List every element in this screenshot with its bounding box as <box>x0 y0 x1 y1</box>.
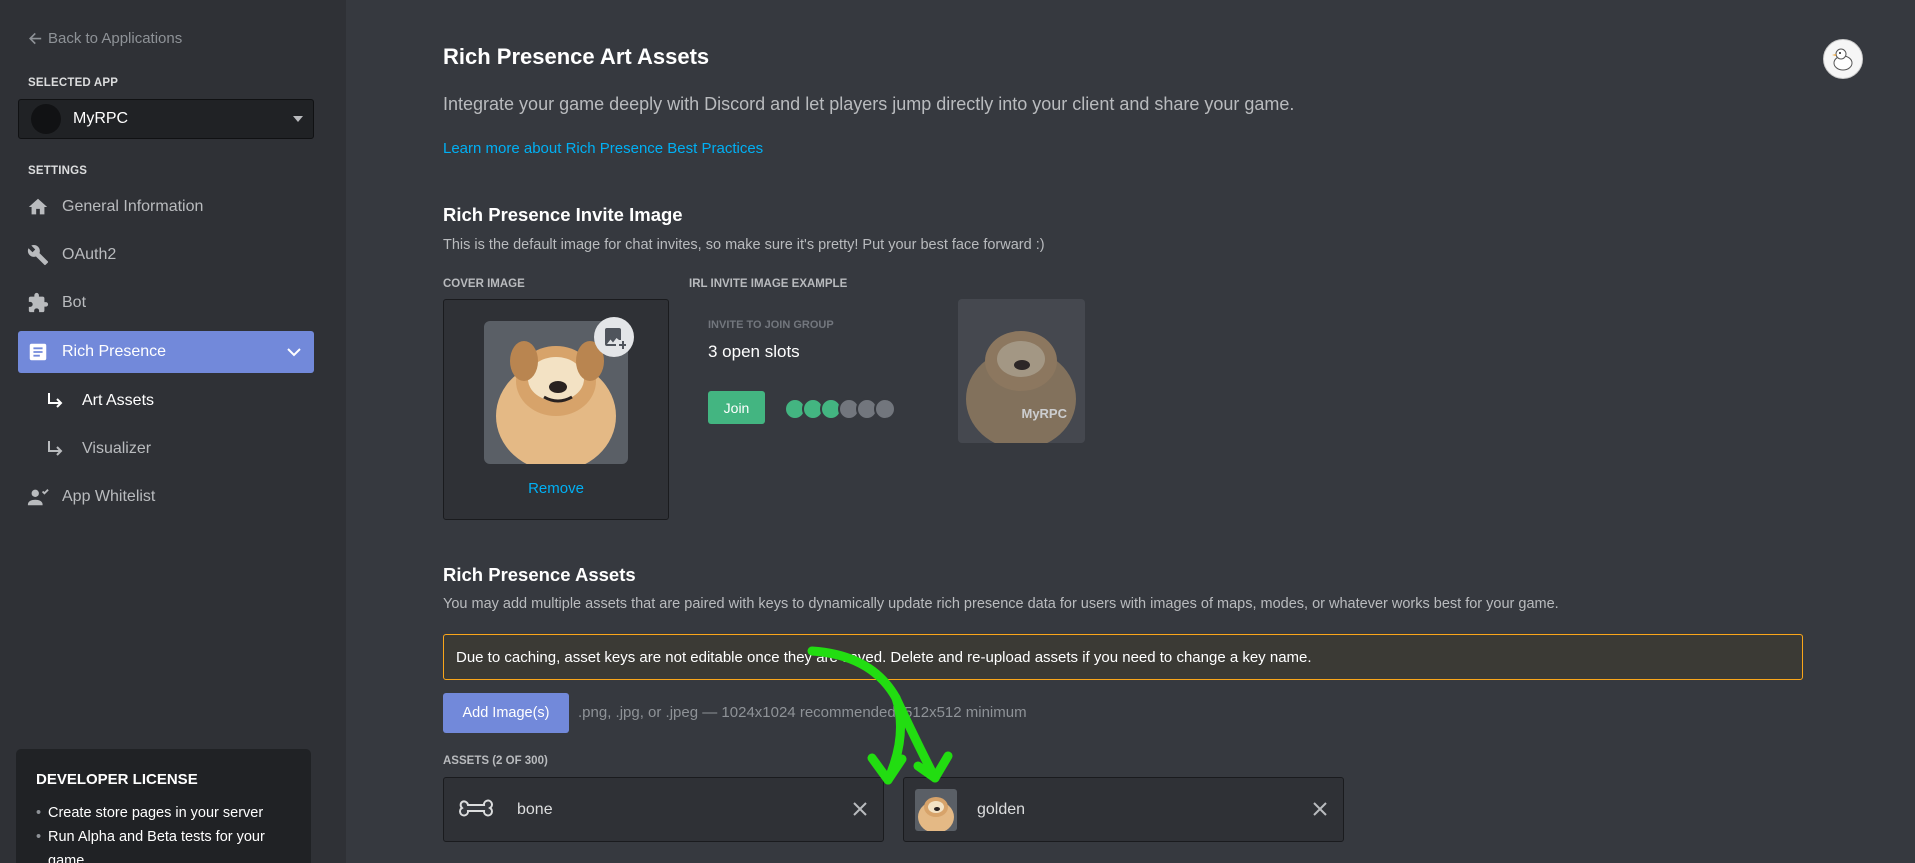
home-icon <box>27 196 49 218</box>
app-avatar <box>31 104 61 134</box>
invite-example-label: IRL INVITE IMAGE EXAMPLE <box>689 278 848 290</box>
assets-count-label: ASSETS (2 OF 300) <box>443 755 548 767</box>
assets-section-title: Rich Presence Assets <box>443 564 636 585</box>
license-item: Create store pages in your server <box>36 801 291 825</box>
nav-label: App Whitelist <box>62 488 156 505</box>
invite-image-preview: MyRPC <box>958 299 1085 443</box>
join-button[interactable]: Join <box>708 391 765 424</box>
caret-down-icon <box>293 116 303 122</box>
invite-example-card: INVITE TO JOIN GROUP 3 open slots Join M… <box>708 299 1108 449</box>
nav-general-information[interactable]: General Information <box>18 186 314 228</box>
caching-warning: Due to caching, asset keys are not edita… <box>443 634 1803 680</box>
page-title: Rich Presence Art Assets <box>443 44 710 69</box>
nav-label: OAuth2 <box>62 246 117 263</box>
asset-card-bone: bone <box>443 777 884 842</box>
nav-rich-presence[interactable]: Rich Presence <box>18 331 314 373</box>
add-image-hint: .png, .jpg, or .jpeg — 1024x1024 recomme… <box>578 704 1027 721</box>
sidebar: Back to Applications SELECTED APP MyRPC … <box>0 0 346 863</box>
invite-app-name: MyRPC <box>1021 406 1067 421</box>
document-icon <box>27 341 49 363</box>
learn-more-link[interactable]: Learn more about Rich Presence Best Prac… <box>443 140 763 157</box>
nav-bot[interactable]: Bot <box>18 282 314 324</box>
subitem-arrow-icon <box>48 441 63 456</box>
nav-art-assets[interactable]: Art Assets <box>46 386 154 416</box>
app-selector[interactable]: MyRPC <box>18 99 314 139</box>
license-list: Create store pages in your server Run Al… <box>36 801 291 863</box>
nav-label: General Information <box>62 198 204 215</box>
nav-oauth2[interactable]: OAuth2 <box>18 234 314 276</box>
invite-section-title: Rich Presence Invite Image <box>443 204 683 225</box>
nav-label: Rich Presence <box>62 343 167 360</box>
assets-section-desc: You may add multiple assets that are pai… <box>443 596 1559 612</box>
nav-label: Art Assets <box>82 392 155 409</box>
delete-asset-icon[interactable] <box>1311 800 1329 818</box>
main-content: Rich Presence Art Assets Integrate your … <box>346 0 1915 863</box>
back-label: Back to Applications <box>48 30 183 47</box>
arrow-left-icon <box>29 32 42 45</box>
upload-image-icon[interactable] <box>594 317 634 357</box>
puzzle-icon <box>27 292 49 314</box>
asset-key: bone <box>517 800 553 818</box>
duck-avatar-icon <box>1832 48 1853 71</box>
add-images-button[interactable]: Add Image(s) <box>443 693 569 733</box>
invite-kicker: INVITE TO JOIN GROUP <box>708 319 834 331</box>
delete-asset-icon[interactable] <box>851 800 869 818</box>
user-icon <box>27 486 49 508</box>
asset-card-golden: golden <box>903 777 1344 842</box>
chevron-down-icon <box>287 348 301 357</box>
asset-key: golden <box>977 800 1026 818</box>
user-avatar[interactable] <box>1823 39 1863 79</box>
invite-slots: 3 open slots <box>708 342 800 361</box>
settings-label: SETTINGS <box>28 165 88 177</box>
back-to-applications-link[interactable]: Back to Applications <box>29 30 182 47</box>
remove-cover-link[interactable]: Remove <box>444 480 668 497</box>
invite-section-desc: This is the default image for chat invit… <box>443 237 1045 253</box>
wrench-icon <box>27 244 49 266</box>
nav-app-whitelist[interactable]: App Whitelist <box>18 476 314 518</box>
dog-thumbnail <box>915 788 957 831</box>
empty-slot-avatar <box>874 398 896 420</box>
nav-label: Visualizer <box>82 440 152 457</box>
license-title: DEVELOPER LICENSE <box>36 771 198 788</box>
cover-image-uploader[interactable]: Remove <box>443 299 669 520</box>
nav-label: Bot <box>62 294 87 311</box>
subitem-arrow-icon <box>48 393 63 408</box>
developer-license-card: DEVELOPER LICENSE Create store pages in … <box>16 749 311 863</box>
selected-app-label: SELECTED APP <box>28 77 119 89</box>
nav-visualizer[interactable]: Visualizer <box>46 434 151 464</box>
license-item: Run Alpha and Beta tests for your game <box>36 825 291 863</box>
app-name: MyRPC <box>73 110 129 127</box>
cover-image-label: COVER IMAGE <box>443 278 525 290</box>
page-lead: Integrate your game deeply with Discord … <box>443 94 1295 114</box>
bone-icon <box>455 789 497 831</box>
